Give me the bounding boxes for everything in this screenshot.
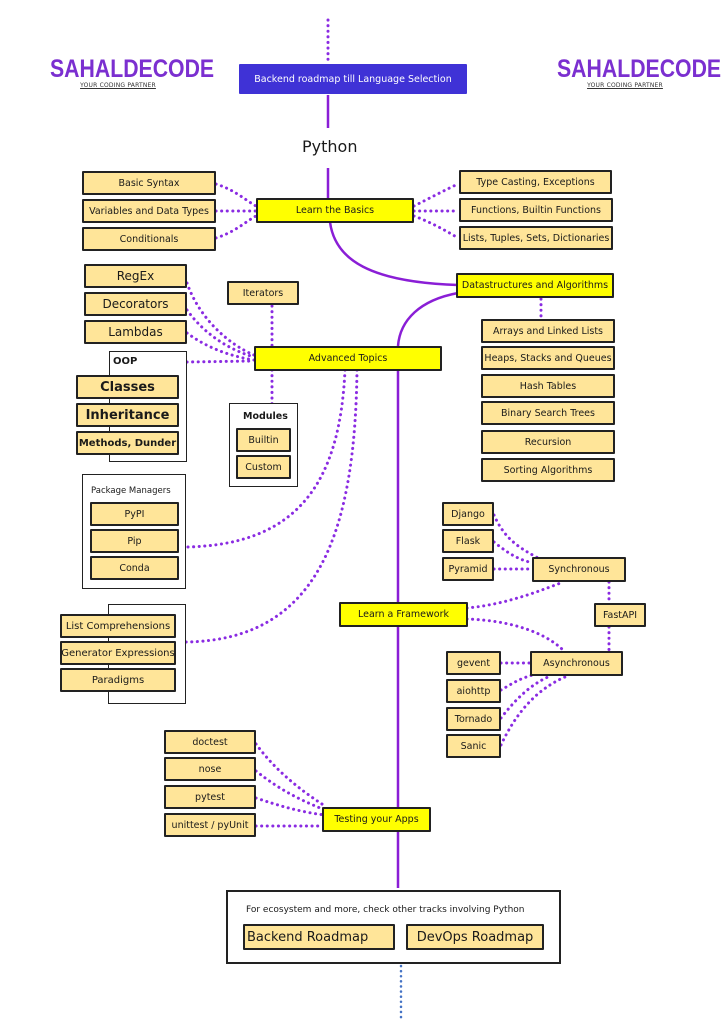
dsa-item[interactable]: Arrays and Linked Lists — [481, 319, 615, 343]
logo-right-tagline: YOUR CODING PARTNER — [587, 82, 663, 89]
async-item[interactable]: Tornado — [446, 707, 501, 731]
dsa-item[interactable]: Binary Search Trees — [481, 401, 615, 425]
dsa-item[interactable]: Hash Tables — [481, 374, 615, 398]
header-title: Backend roadmap till Language Selection — [239, 64, 467, 94]
backend-roadmap-link[interactable]: Backend Roadmap — [243, 924, 395, 950]
logo-left: SAHALDECODE YOUR CODING PARTNER — [38, 55, 215, 89]
basics-left-item[interactable]: Conditionals — [82, 227, 216, 251]
logo-right-name: SAHALDECODE — [557, 55, 721, 83]
package-manager-item[interactable]: Pip — [90, 529, 179, 553]
sync-item[interactable]: Flask — [442, 529, 494, 553]
basics-right-item[interactable]: Type Casting, Exceptions — [459, 170, 612, 194]
oop-item[interactable]: Methods, Dunder — [76, 431, 179, 455]
modules-title: Modules — [243, 411, 288, 422]
iterators-node[interactable]: Iterators — [227, 281, 299, 305]
learn-basics-node[interactable]: Learn the Basics — [256, 198, 414, 223]
oop-item[interactable]: Inheritance — [76, 403, 179, 427]
sync-item[interactable]: Django — [442, 502, 494, 526]
oop-title: OOP — [113, 356, 138, 367]
misc-item[interactable]: Generator Expressions — [60, 641, 176, 665]
modules-item[interactable]: Builtin — [236, 428, 291, 452]
logo-left-name: SAHALDECODE — [50, 55, 215, 83]
async-item[interactable]: Sanic — [446, 734, 501, 758]
learn-framework-node[interactable]: Learn a Framework — [339, 602, 468, 627]
misc-item[interactable]: List Comprehensions — [60, 614, 176, 638]
dsa-item[interactable]: Sorting Algorithms — [481, 458, 615, 482]
root-python: Python — [302, 137, 358, 156]
package-managers-title: Package Managers — [91, 486, 171, 496]
spine-dsa-advanced — [396, 291, 459, 347]
advanced-topics-node[interactable]: Advanced Topics — [254, 346, 442, 371]
basics-right-item[interactable]: Functions, Builtin Functions — [459, 198, 613, 222]
testing-item[interactable]: doctest — [164, 730, 256, 754]
devops-roadmap-link[interactable]: DevOps Roadmap — [406, 924, 544, 950]
package-manager-item[interactable]: PyPI — [90, 502, 179, 526]
advanced-left-item[interactable]: Decorators — [84, 292, 187, 316]
async-node[interactable]: Asynchronous — [530, 651, 623, 676]
testing-item[interactable]: pytest — [164, 785, 256, 809]
logo-left-tagline: YOUR CODING PARTNER — [80, 82, 156, 89]
advanced-left-item[interactable]: Lambdas — [84, 320, 187, 344]
dsa-item[interactable]: Heaps, Stacks and Queues — [481, 346, 615, 370]
logo-right: SAHALDECODE YOUR CODING PARTNER — [545, 55, 721, 89]
basics-left-item[interactable]: Basic Syntax — [82, 171, 216, 195]
async-item[interactable]: gevent — [446, 651, 501, 675]
modules-item[interactable]: Custom — [236, 455, 291, 479]
dsa-node[interactable]: Datastructures and Algorithms — [456, 273, 614, 298]
testing-node[interactable]: Testing your Apps — [322, 807, 431, 832]
misc-item[interactable]: Paradigms — [60, 668, 176, 692]
fastapi-node[interactable]: FastAPI — [594, 603, 646, 627]
testing-item[interactable]: unittest / pyUnit — [164, 813, 256, 837]
async-item[interactable]: aiohttp — [446, 679, 501, 703]
package-manager-item[interactable]: Conda — [90, 556, 179, 580]
spine-basics-dsa — [328, 221, 459, 287]
basics-right-item[interactable]: Lists, Tuples, Sets, Dictionaries — [459, 226, 613, 250]
advanced-left-item[interactable]: RegEx — [84, 264, 187, 288]
dsa-item[interactable]: Recursion — [481, 430, 615, 454]
sync-item[interactable]: Pyramid — [442, 557, 494, 581]
footer-text: For ecosystem and more, check other trac… — [246, 905, 525, 915]
testing-item[interactable]: nose — [164, 757, 256, 781]
basics-left-item[interactable]: Variables and Data Types — [82, 199, 216, 223]
sync-node[interactable]: Synchronous — [532, 557, 626, 582]
oop-item[interactable]: Classes — [76, 375, 179, 399]
